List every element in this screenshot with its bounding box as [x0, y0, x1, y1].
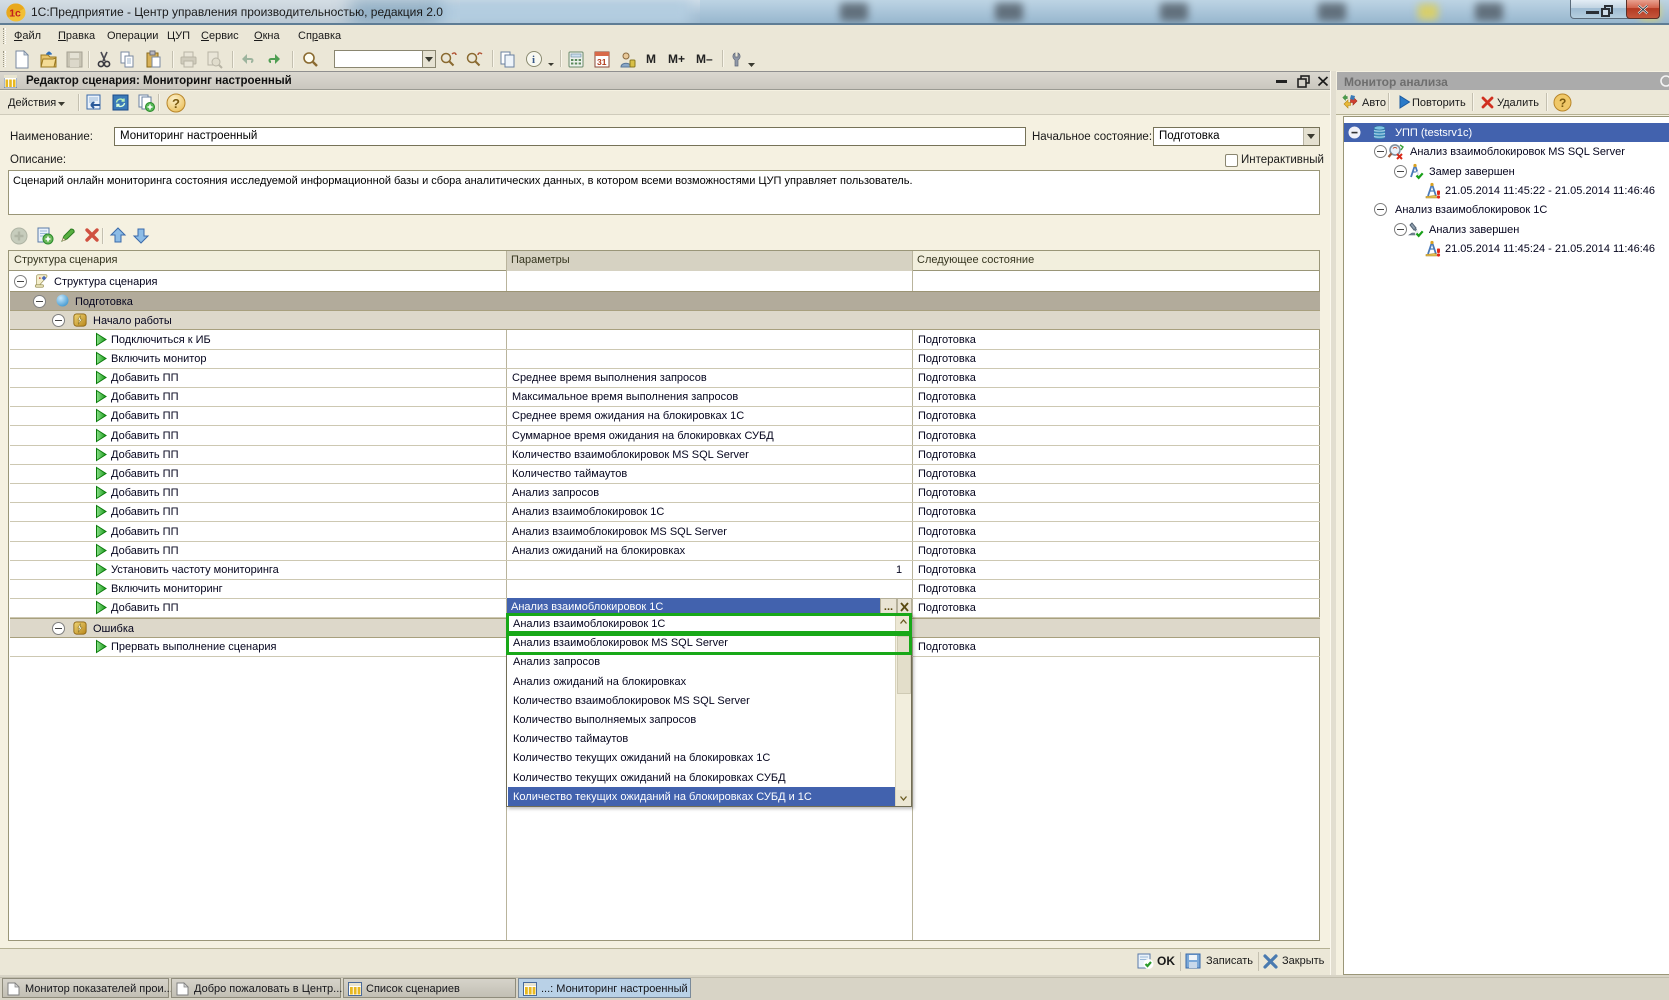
svg-text:M+: M+ [668, 52, 685, 66]
svg-text:i: i [532, 54, 535, 66]
svg-text:?: ? [172, 96, 180, 111]
svg-text:31: 31 [597, 57, 607, 67]
svg-text:M–: M– [696, 52, 713, 66]
svg-text:1с: 1с [9, 8, 21, 20]
svg-text:M: M [646, 52, 656, 66]
svg-text:?: ? [1559, 96, 1566, 110]
